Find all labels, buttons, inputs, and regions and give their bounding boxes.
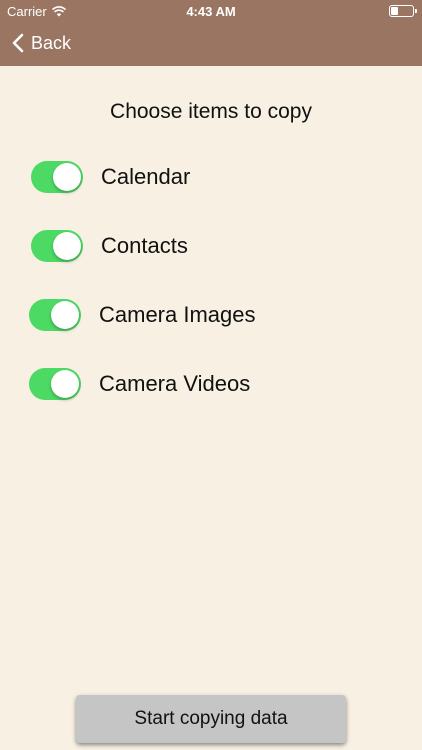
toggle-knob: [53, 232, 81, 260]
toggle-knob: [51, 370, 79, 398]
page-title: Choose items to copy: [110, 100, 312, 123]
toggle-knob: [51, 301, 79, 329]
contacts-toggle[interactable]: [31, 230, 83, 262]
navigation-bar: Carrier 4:43 AM Back: [0, 0, 422, 66]
camera-videos-label: Camera Videos: [99, 371, 251, 396]
back-button[interactable]: Back: [12, 31, 71, 55]
clock: 4:43 AM: [186, 4, 236, 19]
toggle-row-contacts: Contacts: [31, 230, 188, 262]
status-bar: Carrier 4:43 AM: [0, 0, 422, 22]
calendar-toggle[interactable]: [31, 161, 83, 193]
toggle-knob: [53, 163, 81, 191]
chevron-left-icon: [12, 33, 24, 53]
camera-images-label: Camera Images: [99, 302, 256, 327]
start-copying-button[interactable]: Start copying data: [76, 695, 346, 743]
toggle-row-calendar: Calendar: [31, 161, 190, 193]
contacts-label: Contacts: [101, 233, 188, 258]
back-button-label: Back: [31, 32, 72, 53]
toggle-row-camera-videos: Camera Videos: [29, 368, 250, 400]
toggle-row-camera-images: Camera Images: [29, 299, 256, 331]
camera-images-toggle[interactable]: [29, 299, 81, 331]
battery-icon: [389, 5, 417, 17]
calendar-label: Calendar: [101, 164, 191, 189]
battery-level: [391, 7, 398, 15]
camera-videos-toggle[interactable]: [29, 368, 81, 400]
